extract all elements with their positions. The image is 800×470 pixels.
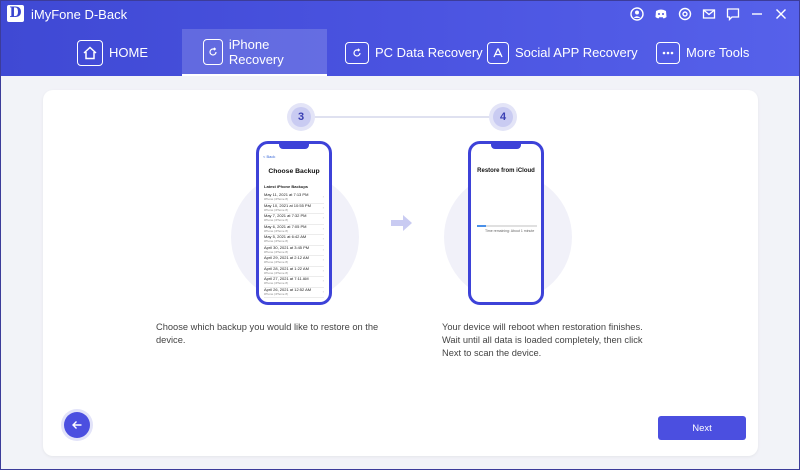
- backup-device: iPhone (iPhone 8): [264, 207, 289, 212]
- backup-device: iPhone (iPhone 8): [264, 270, 289, 275]
- chevron-right-icon: ›: [322, 215, 324, 220]
- phone-choose-backup: < Back Choose Backup Latest iPhone Backu…: [256, 141, 332, 305]
- header: D iMyFone D-Back HOME iPhone Recovery PC…: [1, 1, 799, 76]
- iphone-recovery-icon: [203, 38, 223, 65]
- backup-device: iPhone (iPhone 8): [264, 228, 289, 233]
- tab-iphone-recovery[interactable]: iPhone Recovery: [182, 29, 327, 76]
- phone-title: Choose Backup: [268, 168, 320, 175]
- backup-device: iPhone (iPhone 8): [264, 218, 289, 222]
- arrow-right-icon: [391, 214, 413, 237]
- chevron-right-icon: ›: [322, 225, 324, 231]
- caption-left: Choose which backup you would like to re…: [156, 322, 379, 345]
- backup-device: iPhone (iPhone 8): [264, 260, 289, 264]
- main-tabs: HOME iPhone Recovery PC Data Recovery So…: [1, 29, 799, 76]
- title-bar: D iMyFone D-Back: [1, 1, 799, 27]
- backup-device: iPhone (iPhone 8): [264, 197, 289, 201]
- chat-icon[interactable]: [721, 5, 745, 23]
- tab-label: More Tools: [686, 45, 750, 60]
- mail-icon[interactable]: [697, 5, 721, 23]
- chevron-right-icon: ›: [322, 194, 324, 199]
- backup-device: iPhone (iPhone 8): [264, 281, 289, 285]
- phone-subtitle: Latest iPhone Backups: [264, 184, 309, 189]
- app-title: iMyFone D-Back: [31, 7, 128, 22]
- backup-device: iPhone (iPhone 8): [264, 239, 289, 243]
- settings-icon[interactable]: [673, 5, 697, 23]
- back-button[interactable]: [64, 412, 90, 438]
- caption-right: Your device will reboot when restoration…: [442, 322, 643, 358]
- more-tools-icon: [656, 41, 680, 64]
- app-logo: D: [7, 5, 24, 22]
- user-icon[interactable]: [625, 5, 649, 23]
- arrow-left-icon: [72, 421, 82, 429]
- chevron-right-icon: ›: [322, 236, 324, 241]
- chevron-right-icon: ›: [322, 278, 324, 283]
- backup-row[interactable]: April 26, 2021 at 12:52 AM iPhone (iPhone…: [264, 287, 324, 298]
- step-connector: [311, 116, 501, 118]
- phone-restore-icloud: Restore from iCloud Time remaining: Abou…: [468, 141, 544, 305]
- content-panel: [43, 90, 758, 456]
- tab-label: HOME: [109, 45, 148, 60]
- chevron-right-icon: ›: [322, 267, 324, 273]
- tab-label: PC Data Recovery: [375, 45, 483, 60]
- next-button[interactable]: Next: [658, 416, 746, 440]
- minimize-icon[interactable]: [745, 5, 769, 23]
- step-3-indicator: 3: [287, 103, 315, 131]
- step-4-indicator: 4: [489, 103, 517, 131]
- chevron-right-icon: ›: [322, 204, 324, 210]
- restore-progress-bar: [477, 225, 537, 227]
- tab-label: Social APP Recovery: [515, 45, 638, 60]
- close-icon[interactable]: [769, 5, 793, 23]
- restore-progress-text: Time remaining: About 1 minute: [485, 229, 535, 233]
- tab-home[interactable]: HOME: [77, 29, 148, 76]
- app-window: D iMyFone D-Back HOME iPhone Recovery PC…: [0, 0, 800, 470]
- app-store-icon: [487, 41, 509, 64]
- tab-pc-data-recovery[interactable]: PC Data Recovery: [345, 29, 483, 76]
- backup-device: iPhone (iPhone 8): [264, 249, 289, 254]
- tab-social-app-recovery[interactable]: Social APP Recovery: [487, 29, 638, 76]
- pc-recovery-icon: [345, 41, 369, 64]
- home-icon: [77, 39, 103, 66]
- chevron-right-icon: ›: [322, 246, 324, 252]
- phone-title: Restore from iCloud: [477, 168, 535, 174]
- tab-label: iPhone Recovery: [228, 36, 284, 67]
- phone-back-link: < Back: [263, 154, 276, 159]
- chevron-right-icon: ›: [322, 257, 324, 262]
- backup-device: iPhone (iPhone 8): [264, 291, 289, 296]
- chevron-right-icon: ›: [322, 288, 324, 294]
- discord-icon[interactable]: [649, 5, 673, 23]
- tab-more-tools[interactable]: More Tools: [656, 29, 749, 76]
